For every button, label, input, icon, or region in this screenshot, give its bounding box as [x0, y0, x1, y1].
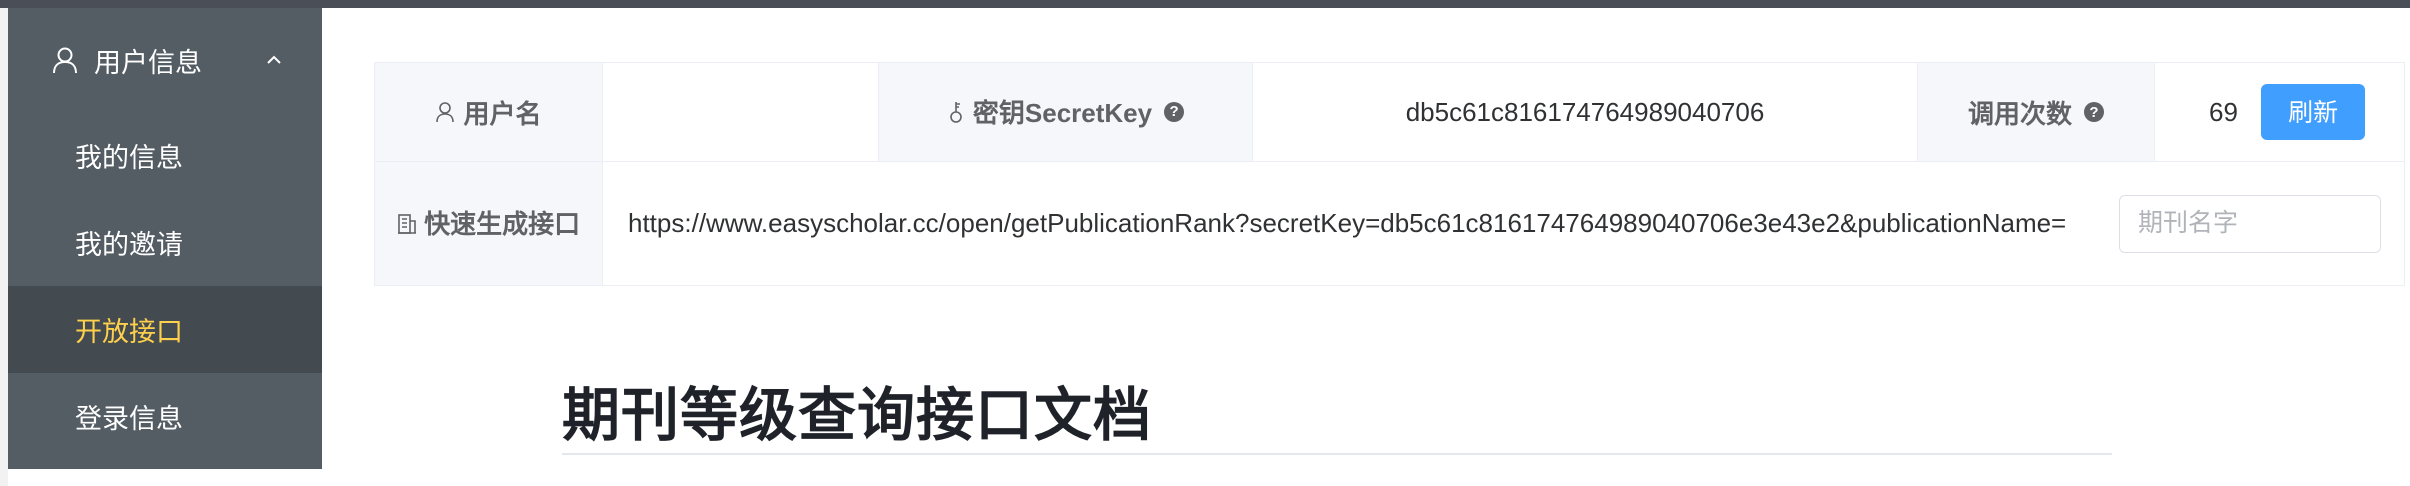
chevron-up-icon [267, 55, 281, 64]
table-row: 用户名 密钥SecretKey ? db5c61c816174764989040… [374, 62, 2405, 162]
secretkey-label-cell: 密钥SecretKey ? [878, 62, 1253, 162]
help-icon[interactable]: ? [2084, 102, 2104, 122]
calls-count: 69 [2209, 96, 2238, 127]
sidebar-item-login-info[interactable]: 登录信息 [8, 373, 322, 460]
refresh-button[interactable]: 刷新 [2261, 84, 2366, 140]
submenu-title: 用户信息 [94, 47, 202, 78]
help-icon[interactable]: ? [1164, 101, 1185, 122]
url-cell: https://www.easyscholar.cc/open/getPubli… [602, 161, 2405, 286]
sidebar-item-open-api[interactable]: 开放接口 [8, 286, 322, 373]
table-row: 快速生成接口 https://www.easyscholar.cc/open/g… [374, 161, 2405, 286]
username-label: 用户名 [463, 98, 542, 129]
user-icon [436, 102, 455, 123]
key-icon [950, 101, 962, 123]
divider [562, 453, 2112, 455]
username-value [602, 62, 879, 162]
calls-cell: 69 刷新 [2154, 62, 2405, 162]
journal-name-input[interactable] [2119, 194, 2381, 253]
submenu-user-info[interactable]: 用户信息 [8, 8, 322, 112]
user-icon [50, 45, 80, 75]
username-label-cell: 用户名 [374, 62, 603, 162]
doc-title: 期刊等级查询接口文档 [562, 381, 1153, 449]
secretkey-value: db5c61c816174764989040706 [1252, 62, 1918, 162]
left-gutter [0, 8, 8, 486]
calls-label-cell: 调用次数 ? [1917, 62, 2155, 162]
api-url[interactable]: https://www.easyscholar.cc/open/getPubli… [604, 208, 2066, 239]
api-info-panel: 用户名 密钥SecretKey ? db5c61c816174764989040… [374, 62, 2405, 286]
sidebar-item-my-invites[interactable]: 我的邀请 [8, 199, 322, 286]
top-border [0, 0, 2410, 8]
calls-label: 调用次数 [1967, 98, 2072, 129]
app-frame: 用户信息 我的信息 我的邀请 开放接口 登录信息 用户名 密钥SecretKey… [0, 0, 2410, 486]
api-info-table: 用户名 密钥SecretKey ? db5c61c816174764989040… [374, 62, 2405, 286]
secretkey-label: 密钥SecretKey [972, 98, 1153, 129]
building-icon [397, 213, 416, 234]
sidebar-item-my-info[interactable]: 我的信息 [8, 112, 322, 199]
quick-api-label: 快速生成接口 [424, 208, 581, 239]
sidebar-menu: 用户信息 我的信息 我的邀请 开放接口 登录信息 [8, 8, 322, 469]
quick-api-label-cell: 快速生成接口 [374, 161, 603, 286]
